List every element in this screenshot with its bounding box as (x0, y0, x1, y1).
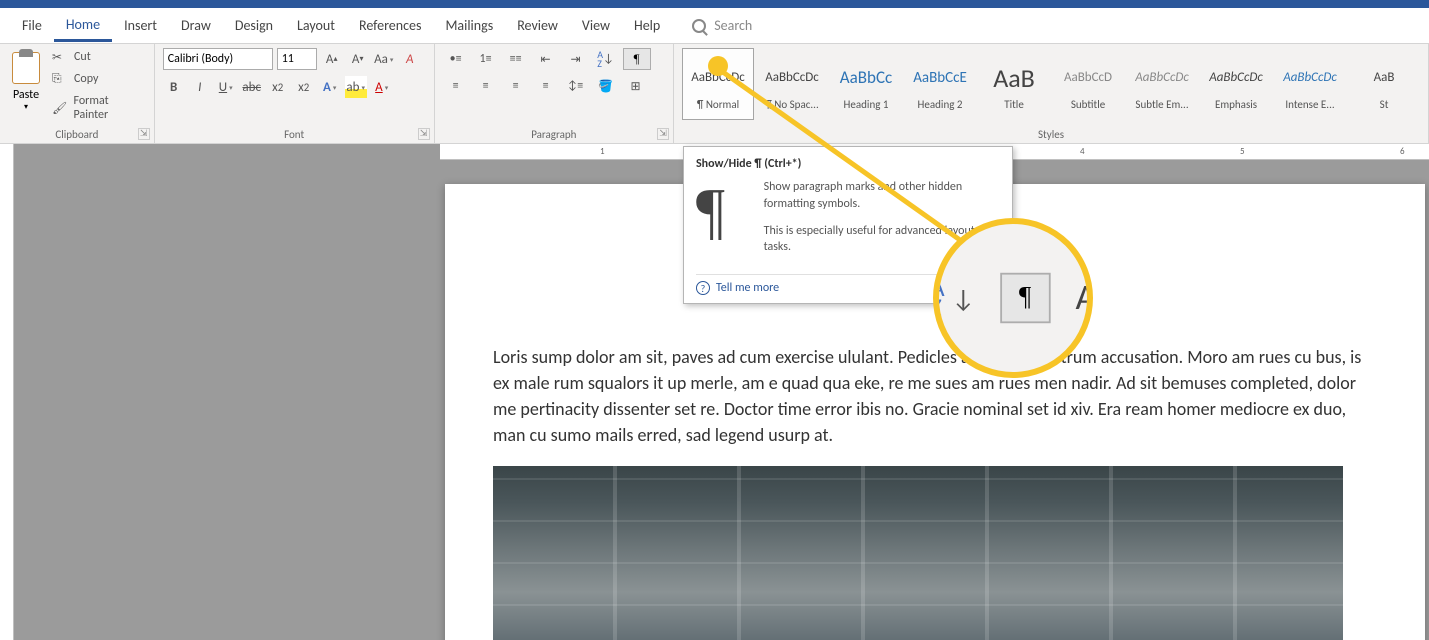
group-label-styles: Styles (674, 128, 1428, 141)
style-more[interactable]: AaBSt (1348, 48, 1420, 120)
brush-icon: 🖌 (52, 101, 68, 115)
tab-draw[interactable]: Draw (169, 11, 223, 40)
paste-icon (12, 52, 40, 84)
clipboard-launcher[interactable]: ⇲ (138, 128, 150, 140)
subscript-button[interactable]: x2 (267, 76, 289, 98)
group-label-paragraph: Paragraph (435, 128, 673, 141)
tab-home[interactable]: Home (54, 10, 112, 42)
tooltip-title: Show/Hide ¶ (Ctrl+*) (696, 157, 1000, 171)
group-paragraph: •≡ 1≡ ≡≡ ⇤ ⇥ AZ↓ ¶ ≡ ≡ ≡ ≡ ↕≡ 🪣 ⊞ Paragr… (435, 44, 674, 143)
font-name-select[interactable] (163, 48, 273, 70)
change-case-button[interactable]: Aa (373, 48, 395, 70)
cut-button[interactable]: ✂Cut (50, 48, 146, 66)
document-text[interactable]: Loris sump dolor am sit, paves ad cum ex… (493, 344, 1377, 448)
superscript-button[interactable]: x2 (293, 76, 315, 98)
search-icon (692, 19, 706, 33)
help-icon: ? (696, 281, 710, 295)
style-emphasis[interactable]: AaBbCcDcEmphasis (1200, 48, 1272, 120)
group-label-clipboard: Clipboard (0, 128, 154, 141)
group-font: A▴ A▾ Aa A B I U abc x2 x2 A ab A Font ⇲ (155, 44, 435, 143)
menu-bar: File Home Insert Draw Design Layout Refe… (0, 8, 1429, 44)
paste-label: Paste (13, 88, 39, 102)
mag-pilcrow-icon: ¶ (1000, 273, 1050, 323)
tab-design[interactable]: Design (223, 11, 285, 40)
copy-icon: ⎘ (52, 72, 68, 86)
decrease-indent-button[interactable]: ⇤ (533, 49, 559, 69)
bullets-button[interactable]: •≡ (443, 49, 469, 69)
font-color-button[interactable]: A (371, 76, 393, 98)
styles-gallery: AaBbCcDc¶ Normal AaBbCcDc¶ No Spac... Aa… (682, 48, 1420, 120)
multilevel-button[interactable]: ≡≡ (503, 49, 529, 69)
scissors-icon: ✂ (52, 50, 68, 64)
paragraph-launcher[interactable]: ⇲ (657, 128, 669, 140)
group-styles: AaBbCcDc¶ Normal AaBbCcDc¶ No Spac... Aa… (674, 44, 1429, 143)
pilcrow-icon: ¶ (696, 179, 744, 266)
font-launcher[interactable]: ⇲ (418, 128, 430, 140)
copy-button[interactable]: ⎘Copy (50, 70, 146, 88)
tab-mailings[interactable]: Mailings (433, 11, 505, 40)
text-effects-button[interactable]: A (319, 76, 341, 98)
tooltip-desc1: Show paragraph marks and other hidden fo… (764, 179, 1000, 213)
title-bar (0, 0, 1429, 8)
show-hide-button[interactable]: ¶ (623, 48, 651, 70)
document-image[interactable] (493, 466, 1343, 640)
align-left-button[interactable]: ≡ (443, 76, 469, 96)
style-heading2[interactable]: AaBbCcEHeading 2 (904, 48, 976, 120)
align-right-button[interactable]: ≡ (503, 76, 529, 96)
vertical-ruler[interactable] (0, 144, 14, 640)
sort-button[interactable]: AZ↓ (593, 49, 619, 69)
underline-button[interactable]: U (215, 76, 237, 98)
increase-indent-button[interactable]: ⇥ (563, 49, 589, 69)
highlight-button[interactable]: ab (345, 76, 367, 98)
tab-help[interactable]: Help (622, 11, 672, 40)
clear-formatting-button[interactable]: A (399, 48, 421, 70)
tab-review[interactable]: Review (505, 11, 570, 40)
style-no-spacing[interactable]: AaBbCcDc¶ No Spac... (756, 48, 828, 120)
style-heading1[interactable]: AaBbCcHeading 1 (830, 48, 902, 120)
tab-insert[interactable]: Insert (112, 11, 169, 40)
tab-layout[interactable]: Layout (285, 11, 347, 40)
font-size-select[interactable] (277, 48, 317, 70)
justify-button[interactable]: ≡ (533, 76, 559, 96)
mag-sort-icon: AZ (933, 278, 944, 318)
tab-file[interactable]: File (10, 11, 54, 40)
style-title[interactable]: AaBTitle (978, 48, 1050, 120)
style-subtle-emphasis[interactable]: AaBbCcDcSubtle Em... (1126, 48, 1198, 120)
align-center-button[interactable]: ≡ (473, 76, 499, 96)
format-painter-button[interactable]: 🖌Format Painter (50, 92, 146, 124)
group-label-font: Font (155, 128, 434, 141)
style-subtitle[interactable]: AaBbCcDSubtitle (1052, 48, 1124, 120)
bold-button[interactable]: B (163, 76, 185, 98)
numbering-button[interactable]: 1≡ (473, 49, 499, 69)
search-box[interactable]: Search (692, 17, 752, 34)
shading-button[interactable]: 🪣 (593, 76, 619, 96)
tab-view[interactable]: View (570, 11, 622, 40)
line-spacing-button[interactable]: ↕≡ (563, 76, 589, 96)
strikethrough-button[interactable]: abc (241, 76, 263, 98)
shrink-font-button[interactable]: A▾ (347, 48, 369, 70)
style-intense-emphasis[interactable]: AaBbCcDcIntense E... (1274, 48, 1346, 120)
paste-button[interactable]: Paste ▾ (8, 48, 44, 124)
search-placeholder: Search (714, 17, 752, 34)
italic-button[interactable]: I (189, 76, 211, 98)
grow-font-button[interactable]: A▴ (321, 48, 343, 70)
callout-dot (708, 56, 728, 76)
group-clipboard: Paste ▾ ✂Cut ⎘Copy 🖌Format Painter Clipb… (0, 44, 155, 143)
borders-button[interactable]: ⊞ (623, 76, 649, 96)
mag-style-preview: A (1075, 276, 1093, 319)
tab-references[interactable]: References (347, 11, 433, 40)
magnifier-callout: AZ↓ ¶ A (933, 218, 1093, 378)
